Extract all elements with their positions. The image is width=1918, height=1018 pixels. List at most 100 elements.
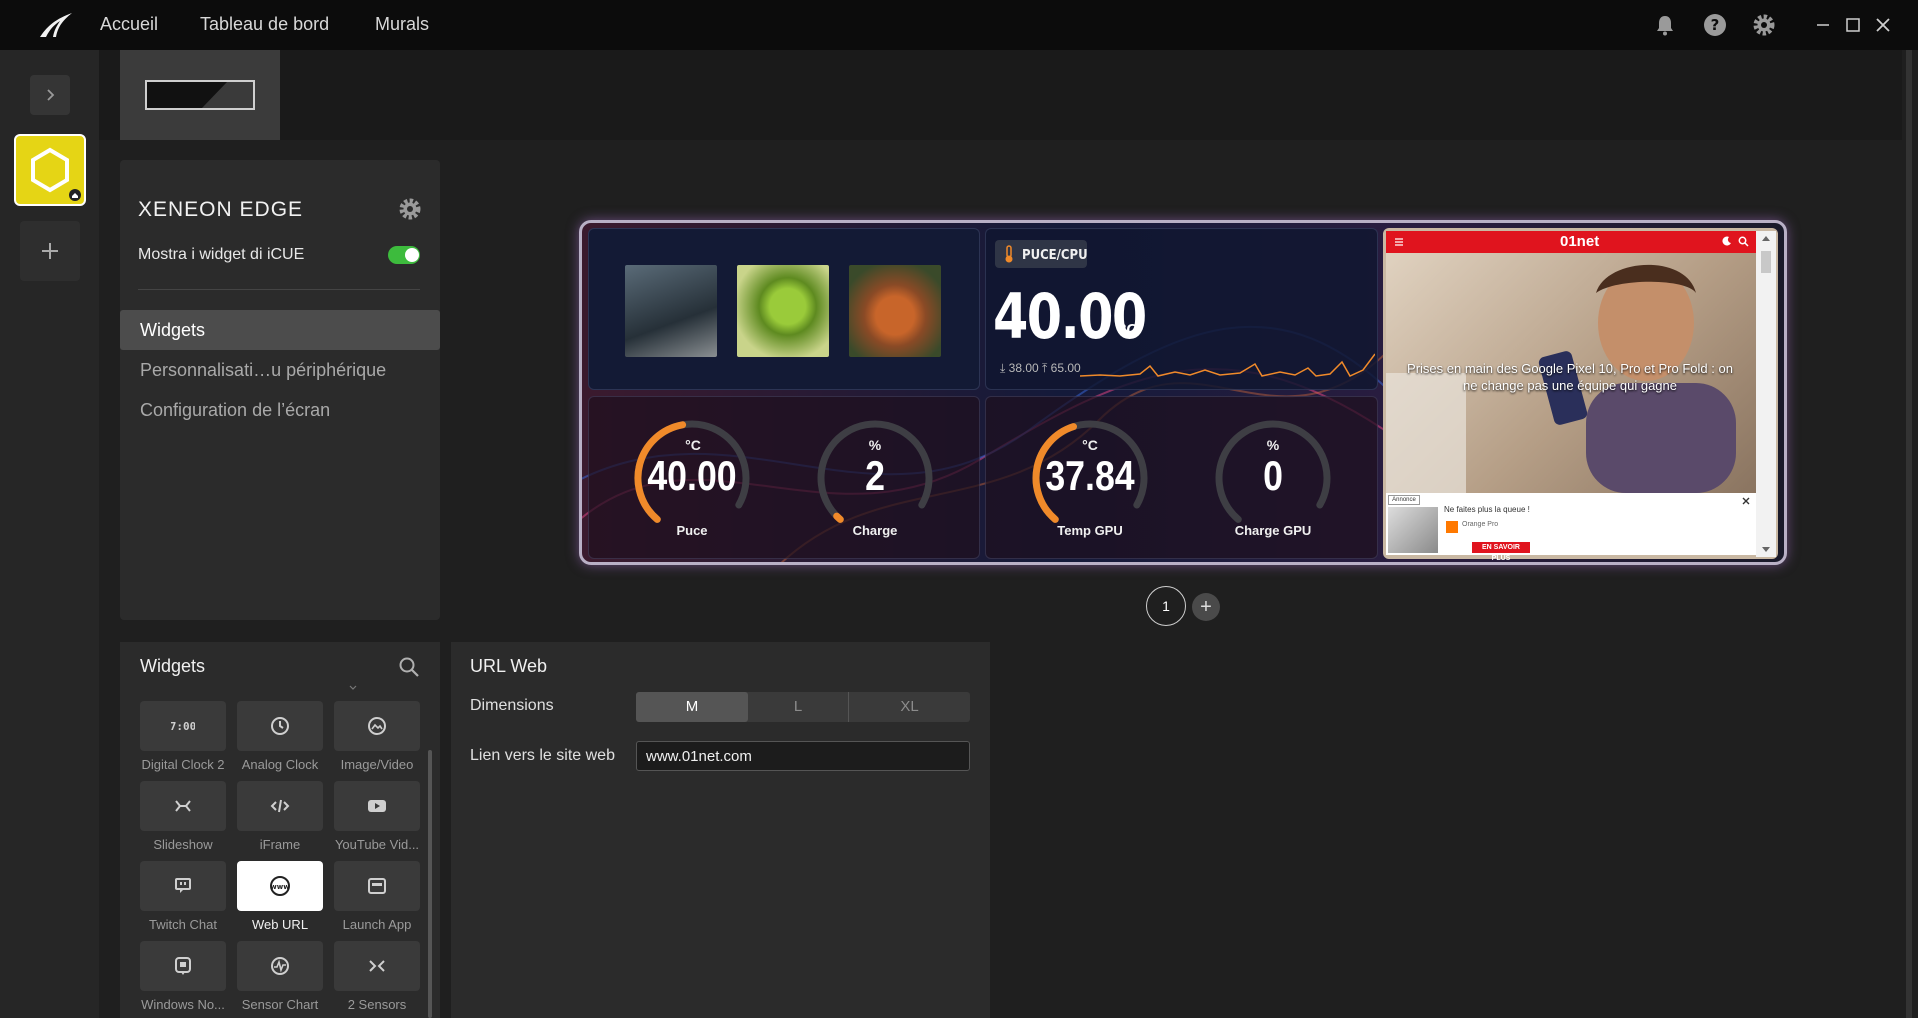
web-scrollbar[interactable] <box>1756 231 1776 557</box>
device-name: XENEON EDGE <box>138 198 304 221</box>
gauge-unit: °C <box>685 437 701 453</box>
svg-text:www: www <box>270 883 290 891</box>
web-site-logo: 01net <box>1560 233 1600 250</box>
widget-digital-clock-2-button[interactable]: 7:00 <box>140 701 226 751</box>
nav-accueil[interactable]: Accueil <box>100 14 158 35</box>
menu-item-widgets[interactable]: Widgets <box>120 310 440 350</box>
widget-launch-app-button[interactable] <box>334 861 420 911</box>
ad-close-icon[interactable] <box>1741 496 1751 506</box>
widget-label: Windows No... <box>141 997 225 1012</box>
website-link-input[interactable] <box>636 741 970 771</box>
search-icon <box>1738 236 1749 247</box>
gauge-unit: % <box>1266 437 1280 453</box>
gauge-value: 40.00 <box>647 452 737 499</box>
maximize-icon[interactable] <box>1842 14 1864 36</box>
widget-label: Twitch Chat <box>149 917 217 932</box>
corsair-logo <box>40 13 72 37</box>
scroll-thumb[interactable] <box>1761 251 1771 273</box>
widget-web-url-button[interactable]: www <box>237 861 323 911</box>
widget-youtube-vid-button[interactable] <box>334 781 420 831</box>
device-strip <box>99 50 1902 140</box>
plus-icon <box>42 243 58 259</box>
svg-text:7:00: 7:00 <box>171 720 195 733</box>
widget-windows-no-button[interactable] <box>140 941 226 991</box>
device-xeneon-edge-button[interactable] <box>14 134 86 206</box>
bell-icon[interactable] <box>1653 13 1677 37</box>
chevron-right-icon <box>47 89 55 101</box>
hexagon-device-icon <box>31 147 81 201</box>
widget-label: Analog Clock <box>241 757 319 772</box>
size-option-xl[interactable]: XL <box>849 692 970 722</box>
gauge-unit: % <box>868 437 882 453</box>
photo-squirrel <box>849 265 941 357</box>
widget-analog-clock-button[interactable] <box>237 701 323 751</box>
web-article-headline: Prises en main des Google Pixel 10, Pro … <box>1407 361 1733 393</box>
photo-records <box>625 265 717 357</box>
widget-label: Web URL <box>251 917 309 932</box>
analog-clock-icon <box>271 717 289 735</box>
widget-image-video-button[interactable] <box>334 701 420 751</box>
ad-image <box>1388 507 1438 553</box>
widget-label: Launch App <box>342 917 412 932</box>
gauge-label: Puce <box>676 523 708 538</box>
widget-iframe-button[interactable] <box>237 781 323 831</box>
cpu-temperature: 40.00 <box>993 280 1147 353</box>
widget-slideshow-button[interactable] <box>140 781 226 831</box>
gauge-value: 0 <box>1263 452 1283 499</box>
widget-label: Image/Video <box>340 757 414 772</box>
widget-2-sensors-button[interactable] <box>334 941 420 991</box>
photo-chameleon <box>737 265 829 357</box>
minimize-icon[interactable] <box>1812 14 1834 36</box>
device-thumbnail <box>145 80 255 110</box>
gauge-label: Temp GPU <box>1057 523 1123 538</box>
chevron-down-icon <box>349 685 357 690</box>
window-scrollbar[interactable] <box>1906 50 1912 1018</box>
nav-tableau-de-bord[interactable]: Tableau de bord <box>200 14 329 35</box>
cpu-temperature-unit: °C <box>1120 322 1138 339</box>
menu-item-configuration-ecran[interactable]: Configuration de l’écran <box>120 390 440 430</box>
twitch-chat-icon <box>175 878 191 893</box>
ad-cta-button[interactable]: EN SAVOIR PLUS <box>1472 542 1530 562</box>
widget-twitch-chat-button[interactable] <box>140 861 226 911</box>
gauge-label: Charge GPU <box>1234 523 1312 538</box>
show-icue-widgets-label: Mostra i widget di iCUE <box>138 246 305 263</box>
size-option-m[interactable]: M <box>636 692 748 722</box>
toggle-knob <box>405 248 419 262</box>
cpu-label: PUCE/CPU <box>1022 248 1088 263</box>
settings-gear-icon[interactable] <box>1752 13 1776 37</box>
widget-label: Sensor Chart <box>241 997 319 1012</box>
cpu-min-max: ⤓ 38.00 ⤒ 65.00 <box>1000 361 1081 376</box>
size-option-l[interactable]: L <box>748 692 849 722</box>
nav-murals[interactable]: Murals <box>375 14 429 35</box>
menu-item-personnalisation[interactable]: Personnalisati…u périphérique <box>120 350 440 390</box>
expand-rail-button[interactable] <box>30 75 70 115</box>
add-page-button[interactable]: + <box>1192 593 1220 621</box>
device-gear-icon[interactable] <box>398 197 422 221</box>
ad-text: Ne faites plus la queue ! <box>1444 505 1530 514</box>
cpu-min: 38.00 <box>1008 361 1039 375</box>
close-icon[interactable] <box>1872 14 1894 36</box>
www-icon: www <box>270 876 290 896</box>
gauge-value: 2 <box>865 452 885 499</box>
ad-label: Annonce <box>1388 495 1420 505</box>
widget-label: Digital Clock 2 <box>141 757 225 772</box>
scroll-down-icon[interactable] <box>1761 546 1771 554</box>
widget-sensor-chart-button[interactable] <box>237 941 323 991</box>
ad-brand: Orange Pro <box>1462 521 1499 528</box>
add-device-button[interactable] <box>20 221 80 281</box>
page-indicator-1[interactable]: 1 <box>1146 586 1186 626</box>
orange-logo-icon <box>1446 521 1458 533</box>
search-icon[interactable] <box>398 656 420 678</box>
scroll-up-icon[interactable] <box>1761 234 1771 242</box>
widget-label: 2 Sensors <box>347 997 407 1012</box>
two-sensors-icon <box>369 960 385 972</box>
widget-label: Slideshow <box>153 837 213 852</box>
url-panel-title: URL Web <box>470 656 548 676</box>
palette-scrollbar[interactable] <box>428 750 432 1018</box>
thermometer-icon <box>1005 245 1013 263</box>
digital-clock-icon: 7:00 <box>171 720 195 733</box>
dimensions-label: Dimensions <box>470 697 554 714</box>
hamburger-menu-icon <box>1395 238 1403 246</box>
gauge-value: 37.84 <box>1045 452 1135 499</box>
help-icon[interactable]: ? <box>1703 13 1727 37</box>
